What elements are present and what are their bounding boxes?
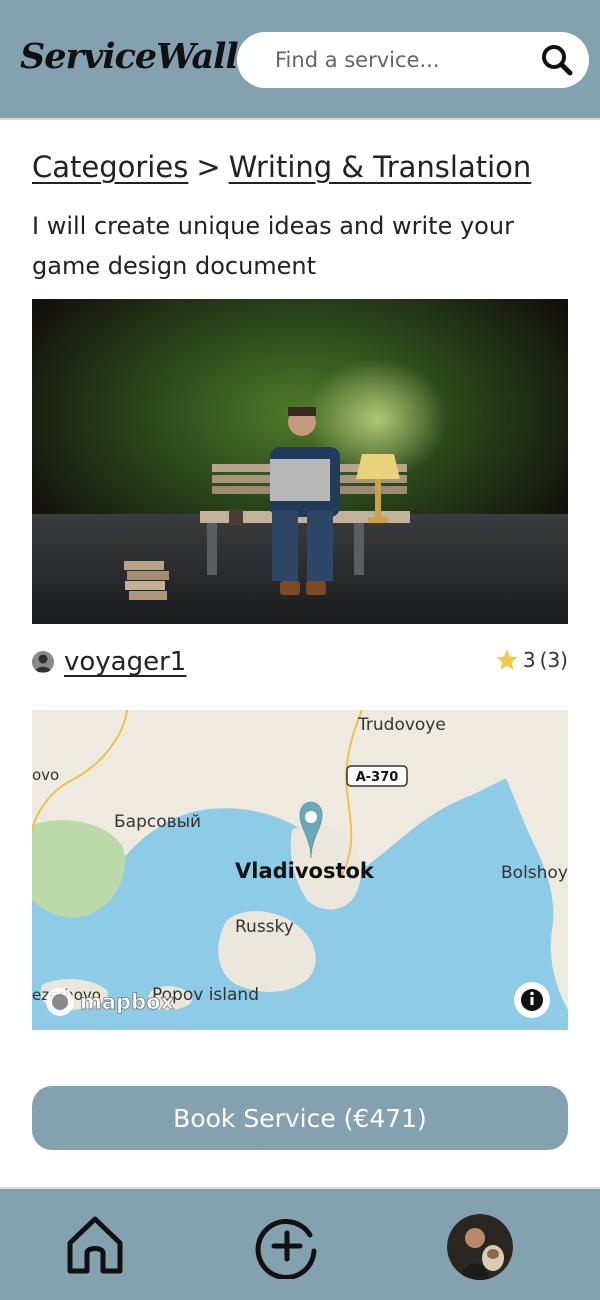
map-label-trudovoye: Trudovoye	[357, 715, 446, 735]
breadcrumb-separator: >	[196, 150, 221, 184]
map-label-barsovy: Барсовый	[114, 812, 201, 832]
seller-info: voyager1	[32, 644, 186, 680]
search-bar	[237, 32, 589, 88]
location-map[interactable]: A-370 Trudovoye ovo Барсовый Vladivostok…	[32, 710, 568, 1030]
rating-value: 3	[522, 648, 536, 672]
rating-count: (3)	[539, 648, 568, 672]
map-label-russky: Russky	[235, 917, 294, 937]
map-label-city: Vladivostok	[235, 859, 375, 883]
home-icon[interactable]	[62, 1213, 128, 1279]
star-icon	[496, 649, 518, 670]
map-label-bolshoy: Bolshoy	[501, 863, 568, 883]
seller-username-link[interactable]: voyager1	[64, 647, 186, 677]
breadcrumb-categories-link[interactable]: Categories	[32, 150, 188, 184]
breadcrumb: Categories > Writing & Translation	[32, 150, 531, 184]
rating: 3 (3)	[495, 648, 568, 672]
search-icon[interactable]	[539, 42, 575, 78]
breadcrumb-category-link[interactable]: Writing & Translation	[229, 150, 532, 184]
service-title: I will create unique ideas and write you…	[32, 212, 514, 280]
mapbox-logo[interactable]: mapbox	[46, 988, 175, 1016]
header: ServiceWall	[0, 0, 600, 120]
book-service-button[interactable]: Book Service (€471)	[32, 1086, 568, 1150]
profile-avatar[interactable]	[447, 1214, 513, 1280]
mapbox-attribution: mapbox	[80, 990, 175, 1014]
search-input[interactable]	[275, 44, 515, 76]
logo[interactable]: ServiceWall	[20, 36, 239, 77]
user-icon	[32, 651, 54, 673]
bottom-nav	[0, 1187, 600, 1300]
map-label-ovo: ovo	[32, 766, 59, 784]
add-circle-icon[interactable]	[254, 1213, 320, 1280]
map-road-label: A-370	[356, 770, 399, 785]
info-icon[interactable]	[514, 982, 550, 1018]
service-image	[32, 299, 568, 624]
